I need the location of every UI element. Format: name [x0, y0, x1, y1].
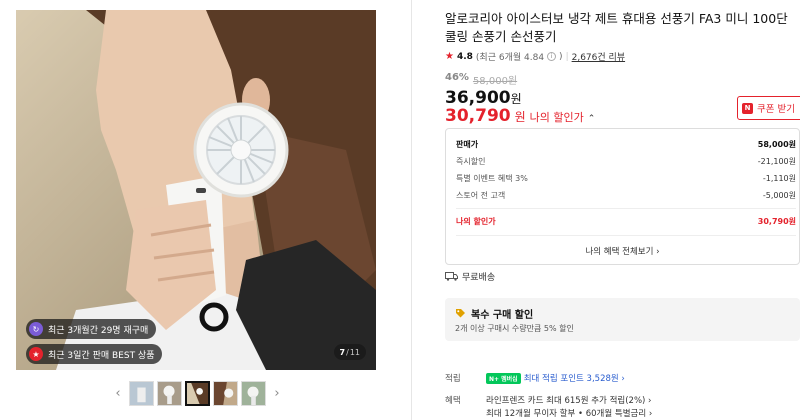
original-price: 58,000원 — [472, 76, 518, 87]
divider — [456, 235, 796, 236]
price-breakdown-panel: 판매가 58,000원 즉시할인 -21,100원 특별 이벤트 혜택 3% -… — [445, 128, 800, 265]
coupon-button[interactable]: N 쿠폰 받기 — [737, 96, 800, 120]
star-icon: ★ — [445, 51, 454, 62]
thumbnail[interactable] — [213, 380, 238, 406]
discount-tag-icon — [456, 309, 465, 318]
repurchase-icon: ↻ — [29, 322, 43, 336]
my-price-row: 나의 할인가 30,790원 — [456, 217, 796, 226]
truck-icon — [445, 272, 458, 281]
divider — [456, 208, 796, 209]
discount-row: 46% 58,000원 — [445, 72, 517, 87]
chevron-left-icon: ‹ — [115, 385, 121, 401]
points-link[interactable]: N+ 멤버십 최대 적립 포인트 3,528원 › — [486, 372, 625, 384]
installment-benefit-link[interactable]: 최대 12개월 무이자 할부 • 60개월 특별금리 › — [486, 407, 652, 419]
thumbnail[interactable] — [129, 380, 154, 406]
image-counter: 7 / 11 — [333, 344, 366, 360]
my-discount-price[interactable]: 30,790 원 나의 할인가 ⌃ — [445, 106, 595, 126]
thumbnail-active[interactable] — [185, 380, 210, 406]
shipping-info: 무료배송 — [445, 270, 495, 283]
thumbnail[interactable] — [157, 380, 182, 406]
sale-price: 36,900원 — [445, 88, 522, 108]
product-photo — [16, 10, 376, 370]
info-icon[interactable]: i — [547, 52, 557, 61]
breakdown-row: 즉시할인 -21,100원 — [456, 157, 796, 166]
thumbnail[interactable] — [241, 380, 266, 406]
points-label: 적립 — [445, 374, 461, 384]
naver-membership-badge: N+ 멤버십 — [486, 372, 521, 384]
product-title: 알로코리아 아이스터보 냉각 제트 휴대용 선풍기 FA3 미니 100단 쿨링… — [445, 11, 788, 44]
benefits-label: 혜택 — [445, 396, 461, 406]
multi-buy-discount: 복수 구매 할인 2개 이상 구매시 수량만큼 5% 할인 — [445, 298, 800, 341]
divider — [411, 0, 412, 420]
trophy-icon: ★ — [29, 347, 43, 361]
product-main-image[interactable]: ↻ 최근 3개월간 29명 재구매 ★ 최근 3일간 판매 BEST 상품 7 … — [16, 10, 376, 370]
next-image-button[interactable]: › — [269, 380, 285, 406]
best-seller-badge: ★ 최근 3일간 판매 BEST 상품 — [26, 344, 163, 364]
all-benefits-link[interactable]: 나의 혜택 전체보기 › — [446, 245, 799, 257]
repurchase-badge: ↻ 최근 3개월간 29명 재구매 — [26, 319, 157, 339]
discount-rate: 46% — [445, 72, 469, 83]
breakdown-row: 특별 이벤트 혜택 3% -1,110원 — [456, 174, 796, 183]
card-benefit-link[interactable]: 라인프렌즈 카드 최대 615원 추가 적립(2%) › — [486, 394, 651, 406]
review-count-link[interactable]: 2,676건 리뷰 — [572, 50, 625, 63]
prev-image-button[interactable]: ‹ — [110, 380, 126, 406]
chevron-up-icon[interactable]: ⌃ — [588, 114, 596, 124]
chevron-right-icon: › — [274, 385, 280, 401]
thumbnail-strip: ‹ › — [110, 380, 285, 406]
breakdown-row: 판매가 58,000원 — [456, 140, 796, 149]
rating-summary: ★ 4.8 (최근 6개월 4.84 i) | 2,676건 리뷰 — [445, 50, 626, 63]
breakdown-row: 스토어 전 고객 -5,000원 — [456, 191, 796, 200]
naver-icon: N — [742, 102, 753, 114]
